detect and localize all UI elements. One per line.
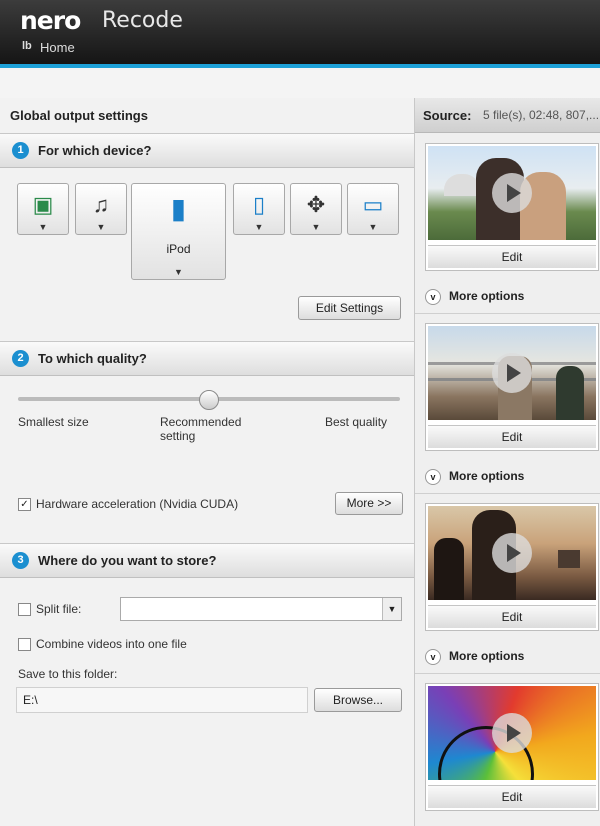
step-badge-3: 3 — [12, 552, 29, 569]
split-file-select[interactable]: ▼ — [120, 597, 402, 621]
step-badge-1: 1 — [12, 142, 29, 159]
clip-edit-button[interactable]: Edit — [428, 245, 596, 268]
play-icon[interactable] — [492, 533, 532, 573]
more-options-label: More options — [449, 469, 525, 483]
section-store-title: Where do you want to store? — [38, 553, 217, 568]
source-info: 5 file(s), 02:48, 807,... — [483, 108, 600, 122]
save-folder-field[interactable]: E:\ — [16, 687, 308, 713]
media-player-icon: ▣ — [32, 192, 54, 217]
clip-thumbnail[interactable] — [428, 686, 596, 780]
nero-logo: nero — [20, 6, 81, 35]
quality-slider-handle[interactable] — [199, 390, 219, 410]
chevron-down-icon: ▼ — [38, 222, 48, 232]
ipod-icon: ▮ — [170, 193, 187, 224]
clip-card[interactable]: Edit — [425, 143, 599, 271]
chevron-down-icon: ▼ — [254, 222, 264, 232]
more-button[interactable]: More >> — [335, 492, 403, 515]
play-icon[interactable] — [492, 713, 532, 753]
chevron-down-icon: ▼ — [96, 222, 106, 232]
more-options-label: More options — [449, 649, 525, 663]
chevron-down-icon: v — [425, 649, 441, 665]
edit-settings-button[interactable]: Edit Settings — [298, 296, 401, 320]
hardware-acceleration-label: Hardware acceleration (Nvidia CUDA) — [36, 497, 239, 511]
gamepad-icon: ✥ — [306, 192, 326, 217]
chevron-down-icon: ▼ — [311, 222, 321, 232]
app-header: nero Recode lb Home — [0, 0, 600, 64]
step-badge-2: 2 — [12, 350, 29, 367]
source-header: Source: 5 file(s), 02:48, 807,... — [415, 98, 600, 133]
app-name: Recode — [102, 8, 183, 33]
source-label: Source: — [423, 108, 472, 123]
more-options-toggle[interactable]: v More options — [425, 289, 524, 305]
global-settings-title: Global output settings — [10, 108, 148, 123]
split-file-label: Split file: — [36, 602, 82, 616]
divider — [415, 673, 600, 674]
clip-thumbnail[interactable] — [428, 326, 596, 420]
divider — [415, 493, 600, 494]
slider-label-best: Best quality — [325, 415, 388, 429]
chevron-down-icon: v — [425, 469, 441, 485]
play-icon[interactable] — [492, 353, 532, 393]
device-music-player[interactable]: ♫ ▼ — [75, 183, 127, 235]
split-file-checkbox[interactable] — [18, 603, 31, 616]
divider — [415, 313, 600, 314]
top-strip — [0, 68, 600, 98]
chevron-down-icon[interactable]: ▼ — [382, 598, 401, 620]
section-device-header: 1 For which device? — [0, 133, 414, 168]
chevron-down-icon: v — [425, 289, 441, 305]
device-game-console[interactable]: ✥ ▼ — [290, 183, 342, 235]
handheld-icon: ▭ — [362, 192, 384, 217]
source-panel: Source: 5 file(s), 02:48, 807,... Edit v… — [415, 98, 600, 826]
settings-panel: Global output settings 1 For which devic… — [0, 98, 415, 826]
play-icon[interactable] — [492, 173, 532, 213]
slider-label-smallest: Smallest size — [18, 415, 89, 429]
more-options-toggle[interactable]: v More options — [425, 469, 524, 485]
section-quality-title: To which quality? — [38, 351, 147, 366]
save-folder-label: Save to this folder: — [18, 667, 118, 681]
section-store-header: 3 Where do you want to store? — [0, 543, 414, 578]
device-ipod-label: iPod — [166, 242, 191, 256]
more-options-toggle[interactable]: v More options — [425, 649, 524, 665]
clip-card[interactable]: Edit — [425, 683, 599, 811]
hardware-acceleration-checkbox[interactable]: ✓ — [18, 498, 31, 511]
device-handheld[interactable]: ▭ ▼ — [347, 183, 399, 235]
slider-label-recommended: Recommended setting — [160, 415, 242, 443]
chevron-down-icon: ▼ — [174, 267, 183, 277]
combine-videos-checkbox[interactable] — [18, 638, 31, 651]
combine-videos-label: Combine videos into one file — [36, 637, 187, 651]
section-device-title: For which device? — [38, 143, 152, 158]
more-options-label: More options — [449, 289, 525, 303]
home-link[interactable]: Home — [40, 40, 75, 55]
browse-button[interactable]: Browse... — [314, 688, 402, 712]
clip-edit-button[interactable]: Edit — [428, 605, 596, 628]
clip-edit-button[interactable]: Edit — [428, 425, 596, 448]
clip-edit-button[interactable]: Edit — [428, 785, 596, 808]
device-media-player[interactable]: ▣ ▼ — [17, 183, 69, 235]
clip-thumbnail[interactable] — [428, 506, 596, 600]
phone-icon: ▯ — [252, 192, 266, 217]
chevron-down-icon: ▼ — [368, 222, 378, 232]
clip-card[interactable]: Edit — [425, 503, 599, 631]
save-folder-value: E:\ — [23, 693, 38, 707]
device-phone[interactable]: ▯ ▼ — [233, 183, 285, 235]
clip-card[interactable]: Edit — [425, 323, 599, 451]
home-icon[interactable]: lb — [22, 40, 32, 52]
music-note-icon: ♫ — [92, 192, 110, 217]
clip-thumbnail[interactable] — [428, 146, 596, 240]
device-ipod[interactable]: ▮ iPod ▼ — [131, 183, 226, 280]
section-quality-header: 2 To which quality? — [0, 341, 414, 376]
